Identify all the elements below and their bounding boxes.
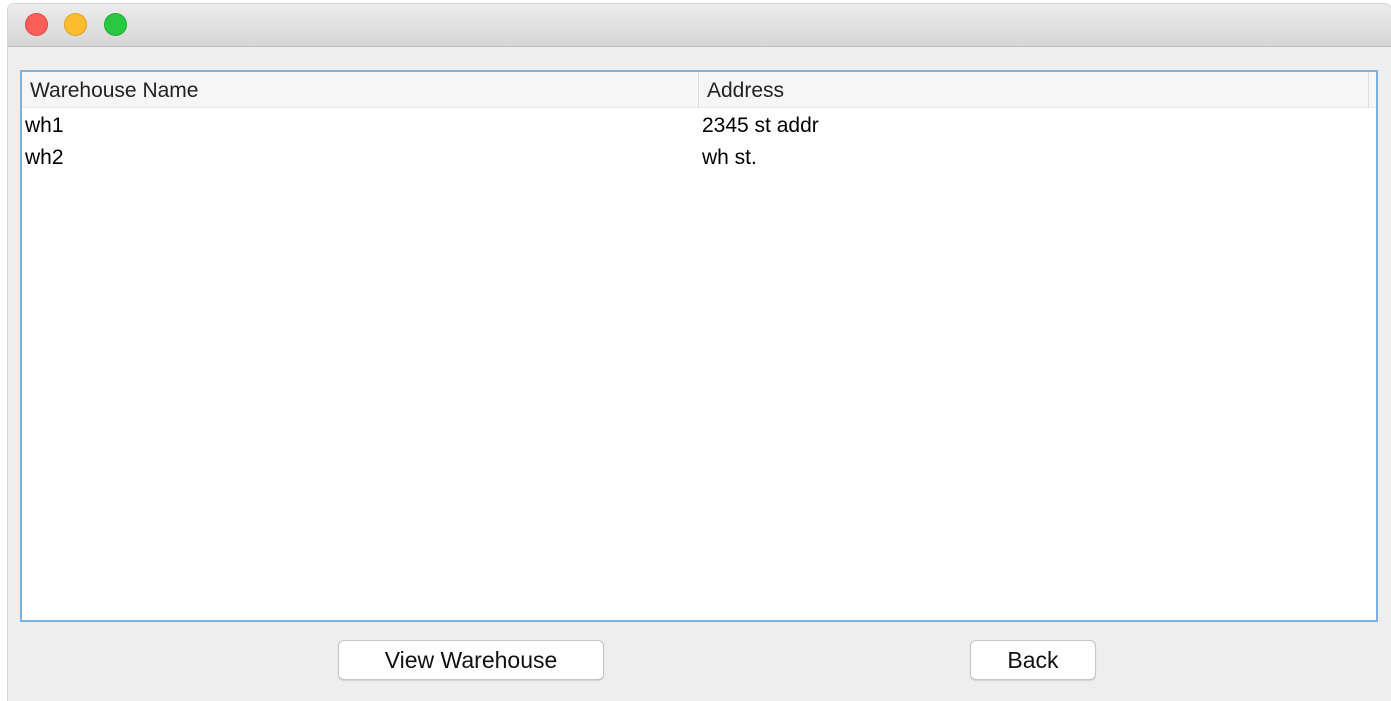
back-button[interactable]: Back <box>970 640 1096 680</box>
address-cell[interactable]: wh st. <box>702 142 757 174</box>
column-header-address[interactable]: Address <box>699 72 1369 107</box>
table-row[interactable]: wh2 wh st. <box>22 142 1376 174</box>
warehouse-name-cell[interactable]: wh1 <box>25 110 64 142</box>
column-header-warehouse-name[interactable]: Warehouse Name <box>22 72 699 107</box>
title-bar <box>8 4 1391 47</box>
maximize-icon[interactable] <box>104 13 127 36</box>
app-window: Warehouse Name Address wh1 2345 st addr … <box>8 4 1391 701</box>
minimize-icon[interactable] <box>64 13 87 36</box>
view-warehouse-button[interactable]: View Warehouse <box>338 640 604 680</box>
table-row[interactable]: wh1 2345 st addr <box>22 110 1376 142</box>
warehouse-table[interactable]: Warehouse Name Address wh1 2345 st addr … <box>20 70 1378 622</box>
table-header: Warehouse Name Address <box>22 72 1376 108</box>
warehouse-name-cell[interactable]: wh2 <box>25 142 64 174</box>
address-cell[interactable]: 2345 st addr <box>702 110 819 142</box>
close-icon[interactable] <box>25 13 48 36</box>
